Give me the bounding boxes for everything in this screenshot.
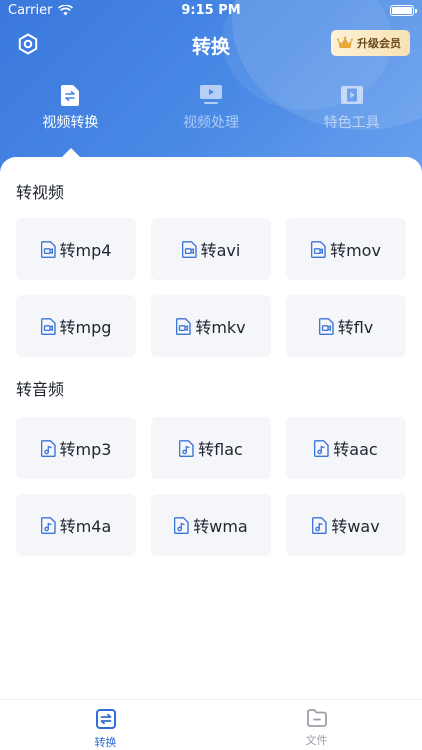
bottom-tab-label: 转换 xyxy=(94,736,117,749)
upgrade-vip-label: 升级会员 xyxy=(357,37,401,50)
tab-video-process[interactable]: 视频处理 xyxy=(141,84,282,144)
category-tabs: 视频转换 视频处理 特色工具 xyxy=(0,84,422,144)
convert-icon xyxy=(95,709,116,729)
nav-bar: 转换 升级会员 xyxy=(0,22,422,66)
format-label: 转mp3 xyxy=(59,440,112,459)
bottom-tab-files[interactable]: 文件 xyxy=(211,700,422,750)
convert-m4a-button[interactable]: 转m4a xyxy=(16,494,136,556)
section-title-audio: 转音频 xyxy=(16,380,65,399)
convert-wav-button[interactable]: 转wav xyxy=(286,494,406,556)
bottom-tab-label: 文件 xyxy=(305,734,328,747)
convert-avi-button[interactable]: 转avi xyxy=(151,218,271,280)
convert-mp3-button[interactable]: 转mp3 xyxy=(16,417,136,479)
convert-flac-button[interactable]: 转flac xyxy=(151,417,271,479)
tab-label: 视频处理 xyxy=(183,115,239,131)
video-file-icon xyxy=(176,317,192,335)
video-monitor-icon xyxy=(200,84,222,106)
audio-file-icon xyxy=(312,516,328,534)
bottom-tab-convert[interactable]: 转换 xyxy=(0,700,211,750)
film-icon xyxy=(340,84,363,106)
convert-mpg-button[interactable]: 转mpg xyxy=(16,295,136,357)
format-label: 转mp4 xyxy=(59,241,112,260)
format-label: 转avi xyxy=(200,241,241,260)
video-file-icon xyxy=(40,317,56,335)
format-label: 转wav xyxy=(331,517,380,536)
format-label: 转m4a xyxy=(59,517,112,536)
status-bar: Carrier 9:15 PM xyxy=(0,0,422,22)
video-file-icon xyxy=(40,240,56,258)
crown-icon xyxy=(337,36,353,48)
format-label: 转flv xyxy=(337,318,374,337)
tab-label: 特色工具 xyxy=(323,115,380,131)
video-file-icon xyxy=(311,240,326,258)
upgrade-vip-button[interactable]: 升级会员 xyxy=(331,30,410,56)
status-time: 9:15 PM xyxy=(181,3,241,18)
audio-file-icon xyxy=(174,516,189,534)
tab-label: 视频转换 xyxy=(42,115,99,131)
tab-video-convert[interactable]: 视频转换 xyxy=(0,84,141,144)
convert-mp4-button[interactable]: 转mp4 xyxy=(16,218,136,280)
tab-special-tools[interactable]: 特色工具 xyxy=(281,84,422,144)
video-file-icon xyxy=(181,240,197,258)
audio-file-icon xyxy=(179,439,194,457)
convert-mkv-button[interactable]: 转mkv xyxy=(151,295,271,357)
video-format-grid: 转mp4 转avi 转mov 转mpg 转mkv 转flv xyxy=(16,218,406,357)
format-label: 转mkv xyxy=(195,318,246,337)
folder-icon xyxy=(306,709,327,727)
format-label: 转mov xyxy=(330,241,381,260)
audio-file-icon xyxy=(40,516,56,534)
bottom-tab-bar: 转换 文件 xyxy=(0,699,422,750)
format-label: 转wma xyxy=(193,517,248,536)
format-label: 转flac xyxy=(198,440,243,459)
video-file-icon xyxy=(318,317,334,335)
format-label: 转mpg xyxy=(59,318,112,337)
content-sheet: 转视频 转mp4 转avi 转mov 转mpg 转mkv 转flv 转音频 转m… xyxy=(0,157,422,699)
convert-aac-button[interactable]: 转aac xyxy=(286,417,406,479)
convert-wma-button[interactable]: 转wma xyxy=(151,494,271,556)
battery-icon xyxy=(390,5,417,16)
convert-mov-button[interactable]: 转mov xyxy=(286,218,406,280)
convert-flv-button[interactable]: 转flv xyxy=(286,295,406,357)
file-convert-icon xyxy=(59,84,81,106)
section-title-video: 转视频 xyxy=(16,183,65,202)
active-tab-indicator xyxy=(62,148,80,157)
audio-file-icon xyxy=(40,439,56,457)
format-label: 转aac xyxy=(333,440,378,459)
audio-format-grid: 转mp3 转flac 转aac 转m4a 转wma 转wav xyxy=(16,417,406,556)
audio-file-icon xyxy=(314,439,329,457)
